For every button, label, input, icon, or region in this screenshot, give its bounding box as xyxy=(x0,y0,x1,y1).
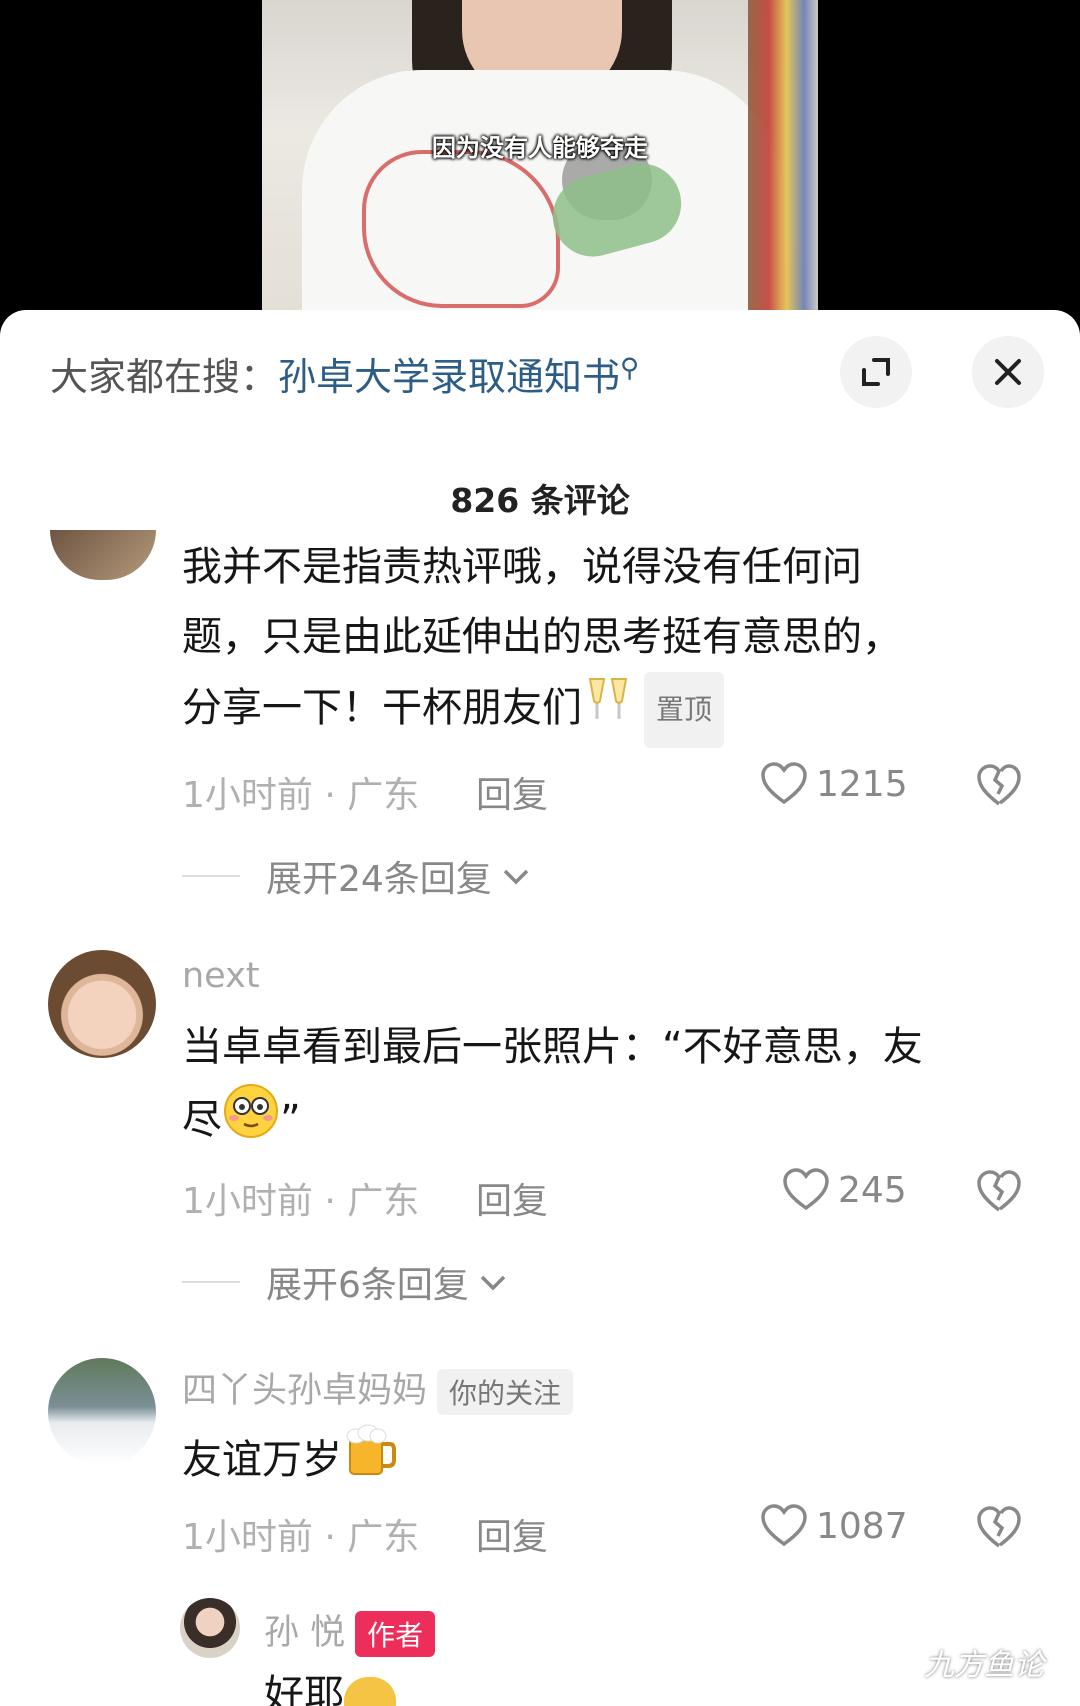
avatar[interactable] xyxy=(180,1598,240,1658)
clinking-glasses-emoji xyxy=(582,673,634,747)
reply-text: 好耶 xyxy=(264,1660,396,1706)
expand-replies-label: 展开24条回复 xyxy=(266,859,492,900)
expand-replies-label: 展开6条回复 xyxy=(266,1265,469,1306)
video-subtitle: 因为没有人能够夺走 xyxy=(432,134,648,162)
dislike-button[interactable] xyxy=(976,1506,1022,1554)
expand-button[interactable] xyxy=(840,336,912,408)
comments-sheet: 大家都在搜：孙卓大学录取通知书⚲ 826 条评论 我并不是指责热评哦，说得没有任… xyxy=(0,310,1080,1706)
reply-username[interactable]: 孙 悦 xyxy=(264,1613,345,1653)
like-count: 245 xyxy=(838,1169,907,1211)
trending-search-link[interactable]: 孙卓大学录取通知书 xyxy=(278,355,620,399)
like-button[interactable]: 245 xyxy=(782,1168,907,1212)
video-frame: 因为没有人能够夺走 xyxy=(262,0,818,330)
broken-heart-icon xyxy=(977,1170,1021,1212)
close-button[interactable] xyxy=(972,336,1044,408)
search-icon: ⚲ xyxy=(620,353,640,384)
shirt-drawing xyxy=(362,150,560,308)
trending-search-prefix: 大家都在搜： xyxy=(50,355,279,399)
video-player[interactable]: 因为没有人能够夺走 xyxy=(0,0,1080,330)
comment-username-row: 四丫头孙卓妈妈 你的关注 xyxy=(182,1362,574,1415)
reply-button[interactable]: 回复 xyxy=(476,766,548,818)
flushed-face-emoji xyxy=(222,1082,280,1162)
heart-icon xyxy=(761,762,807,805)
avatar[interactable] xyxy=(50,530,156,580)
expand-divider xyxy=(182,1281,240,1283)
reply-button[interactable]: 回复 xyxy=(476,1172,548,1224)
comment-text: 我并不是指责热评哦，说得没有任何问 题，只是由此延伸出的思考挺有意思的， 分享一… xyxy=(182,532,902,748)
expand-divider xyxy=(182,875,240,877)
watermark: 九方鱼论 xyxy=(924,1648,1044,1683)
broken-heart-icon xyxy=(977,764,1021,806)
comment-username[interactable]: next xyxy=(182,956,260,996)
comment-meta: 1小时前 · 广东 xyxy=(182,1517,420,1558)
trending-search[interactable]: 大家都在搜：孙卓大学录取通知书⚲ xyxy=(50,346,639,401)
pinned-badge: 置顶 xyxy=(644,672,725,748)
like-button[interactable]: 1215 xyxy=(760,762,908,806)
avatar[interactable] xyxy=(48,950,156,1058)
bookshelf xyxy=(748,0,818,330)
expand-replies-button[interactable]: 展开24条回复 xyxy=(182,850,532,902)
reply-button[interactable]: 回复 xyxy=(476,1508,548,1560)
clapping-hands-emoji xyxy=(344,1677,396,1706)
comment-meta: 1小时前 · 广东 xyxy=(182,1181,420,1222)
like-count: 1215 xyxy=(816,763,908,805)
expand-replies-button[interactable]: 展开6条回复 xyxy=(182,1256,509,1308)
author-badge: 作者 xyxy=(355,1611,436,1657)
heart-icon xyxy=(783,1168,829,1211)
following-badge: 你的关注 xyxy=(437,1369,574,1415)
chevron-down-icon xyxy=(503,869,529,885)
dislike-button[interactable] xyxy=(976,1170,1022,1218)
heart-icon xyxy=(761,1504,807,1547)
chevron-down-icon xyxy=(480,1275,506,1291)
comment-text: 当卓卓看到最后一张照片：“不好意思，友 尽 ” xyxy=(182,1012,923,1162)
reply-username-row: 孙 悦作者 xyxy=(264,1604,436,1657)
comment-username[interactable]: 四丫头孙卓妈妈 xyxy=(182,1371,427,1411)
broken-heart-icon xyxy=(977,1506,1021,1548)
like-count: 1087 xyxy=(816,1505,908,1547)
comment-text: 友谊万岁 xyxy=(182,1422,400,1502)
comment-count: 826 条评论 xyxy=(450,481,630,520)
avatar[interactable] xyxy=(48,1358,156,1466)
comment-meta: 1小时前 · 广东 xyxy=(182,775,420,816)
dislike-button[interactable] xyxy=(976,764,1022,812)
close-icon xyxy=(995,359,1021,385)
beer-mug-emoji xyxy=(342,1422,400,1502)
like-button[interactable]: 1087 xyxy=(760,1504,908,1548)
expand-icon xyxy=(862,358,890,386)
